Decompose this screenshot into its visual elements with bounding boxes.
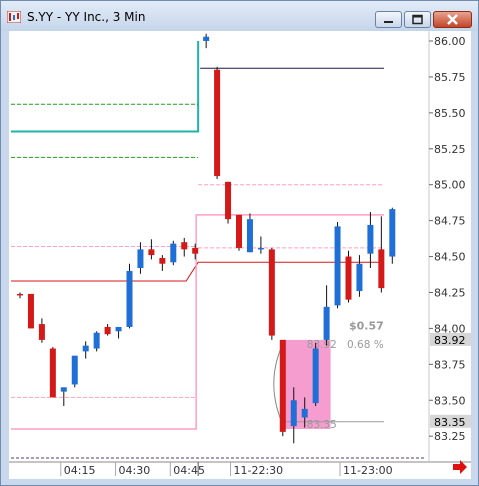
- up-candle: [170, 243, 177, 263]
- down-candle: [27, 293, 34, 329]
- price-tick-label: 83.75: [434, 358, 466, 371]
- chart-window: S.YY - YY Inc., 3 Min 83.92 83.35 $0.57 0.6…: [0, 0, 479, 486]
- window-title: S.YY - YY Inc., 3 Min: [27, 10, 146, 24]
- down-candle: [38, 324, 45, 340]
- up-candle: [290, 400, 297, 427]
- change-amount-label: $0.57: [349, 320, 384, 333]
- up-candle: [203, 36, 210, 41]
- up-candle: [367, 224, 374, 254]
- down-candle: [17, 293, 23, 296]
- title-bar[interactable]: S.YY - YY Inc., 3 Min: [1, 1, 478, 31]
- teal-level-line: [11, 41, 200, 133]
- time-tick-label: 11-23:00: [343, 464, 393, 477]
- up-candle: [137, 249, 144, 269]
- price-axis: 86.00 85.75 85.50 85.25 85.00 84.75 84.50 84.25…: [428, 31, 471, 461]
- up-candle: [126, 270, 133, 327]
- up-candle: [115, 326, 122, 332]
- price-tick-label: 83.50: [434, 394, 466, 407]
- highlight-high-label: 83.92: [307, 339, 337, 351]
- down-candle: [159, 257, 166, 264]
- up-candle: [93, 332, 100, 349]
- red-level-line: [11, 261, 384, 282]
- maximize-icon: [412, 14, 423, 25]
- down-candle: [214, 69, 221, 177]
- down-candle: [236, 214, 242, 248]
- price-tick-label: 85.25: [434, 143, 466, 156]
- up-candle: [71, 355, 78, 385]
- price-tick-label: 84.50: [434, 251, 466, 264]
- time-tick-label: 04:30: [119, 464, 151, 477]
- down-candle: [181, 242, 188, 250]
- down-candle: [345, 256, 352, 300]
- down-candle: [49, 348, 56, 398]
- down-candle: [378, 249, 385, 289]
- up-candle: [323, 306, 330, 340]
- price-tick-label: 83.25: [434, 430, 466, 443]
- down-candle: [104, 326, 111, 335]
- candles: [17, 33, 396, 444]
- up-candle: [334, 226, 341, 306]
- chart-plot-area[interactable]: 83.92 83.35 $0.57 0.68 % 86.00 85.75 85.50 85.…: [9, 31, 471, 479]
- price-tick-label: 85.00: [434, 179, 466, 192]
- current-price-label: 83.35: [434, 416, 466, 429]
- down-candle: [148, 249, 155, 256]
- up-candle: [356, 263, 363, 292]
- minimize-icon: [384, 21, 393, 23]
- minimize-button[interactable]: [375, 11, 402, 28]
- up-candle: [257, 247, 264, 250]
- time-tick-label: 11-22:30: [234, 464, 284, 477]
- down-candle: [279, 339, 286, 432]
- down-candle: [192, 247, 199, 254]
- price-tick-label: 84.75: [434, 215, 466, 228]
- highlight-low-label: 83.35: [307, 419, 337, 431]
- price-tick-label: 85.50: [434, 107, 466, 120]
- change-percent-label: 0.68 %: [347, 339, 384, 351]
- up-candle: [82, 345, 89, 352]
- close-button[interactable]: [433, 11, 472, 28]
- down-candle: [268, 249, 275, 336]
- time-tick-label: 04:15: [64, 464, 96, 477]
- price-tick-label: 86.00: [434, 35, 466, 48]
- up-candle: [301, 408, 308, 418]
- current-price-label: 83.92: [434, 334, 466, 347]
- time-axis: 04:15 04:30 04:45 11-22:30 11-23:00: [9, 460, 471, 477]
- up-candle: [60, 387, 67, 392]
- close-icon: [447, 14, 458, 25]
- up-candle: [389, 209, 396, 257]
- maximize-button[interactable]: [404, 11, 431, 28]
- up-candle: [312, 348, 319, 404]
- time-tick-label: 04:45: [173, 464, 205, 477]
- candlestick-chart[interactable]: 83.92 83.35 $0.57 0.68 % 86.00 85.75 85.50 85.…: [9, 31, 471, 479]
- chart-app-icon: [7, 11, 21, 23]
- down-candle: [225, 181, 232, 220]
- price-tick-label: 84.25: [434, 286, 466, 299]
- price-tick-label: 85.75: [434, 71, 466, 84]
- up-candle: [246, 219, 253, 253]
